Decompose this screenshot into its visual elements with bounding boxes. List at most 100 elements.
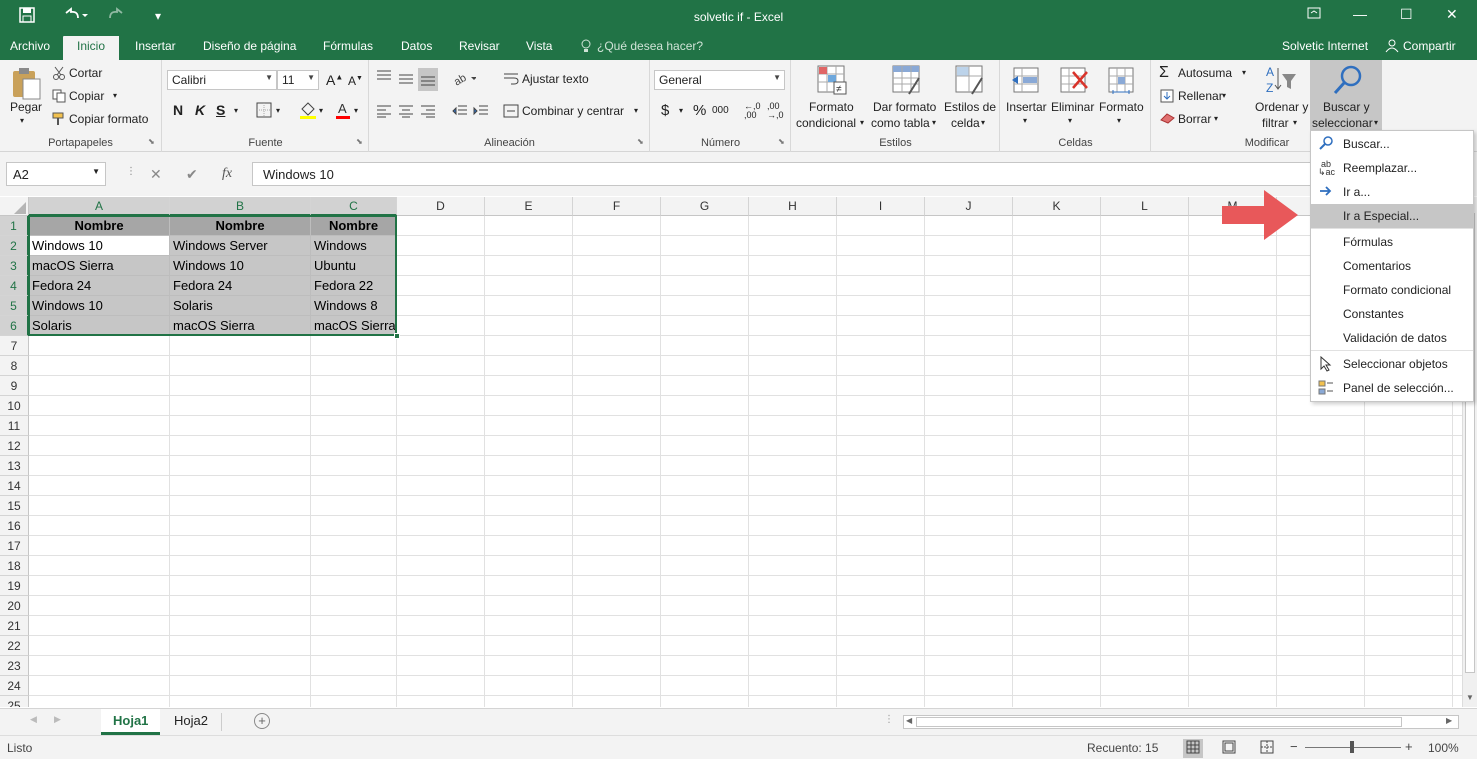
borders-icon[interactable] <box>256 102 272 121</box>
share-button[interactable]: Compartir <box>1403 39 1456 53</box>
tab-insertar[interactable]: Insertar <box>135 39 176 53</box>
delete-dropdown-icon[interactable]: ▾ <box>1068 116 1072 125</box>
align-top-icon[interactable] <box>376 70 392 87</box>
tab-splitter-icon[interactable]: ⋮ <box>884 714 894 725</box>
table-header-cell[interactable]: Nombre <box>170 216 311 236</box>
cut-button[interactable]: Cortar <box>69 66 102 80</box>
merge-center-button[interactable]: Combinar y centrar <box>522 104 624 118</box>
font-launcher-icon[interactable]: ⬊ <box>356 137 363 146</box>
column-header-E[interactable]: E <box>485 197 573 216</box>
align-bottom-icon[interactable] <box>418 68 438 91</box>
fill-color-dropdown-icon[interactable]: ▾ <box>319 106 323 115</box>
clear-button[interactable]: Borrar <box>1178 112 1211 126</box>
tell-me-input[interactable]: ¿Qué desea hacer? <box>597 39 703 53</box>
scroll-down-icon[interactable]: ▼ <box>1466 693 1474 702</box>
cell-styles-button[interactable]: Estilos de <box>944 100 996 114</box>
chevron-down-icon[interactable]: ▼ <box>92 167 100 176</box>
merge-dropdown-icon[interactable]: ▾ <box>634 106 638 115</box>
tab-vista[interactable]: Vista <box>526 39 552 53</box>
table-cell[interactable]: macOS Sierra <box>311 316 397 336</box>
sheet-tab-hoja2[interactable]: Hoja2 <box>162 709 220 735</box>
paste-icon[interactable] <box>10 65 42 104</box>
row-header-8[interactable]: 8 <box>0 356 29 376</box>
table-cell[interactable]: Fedora 22 <box>311 276 397 296</box>
menu-item-fórmulas[interactable]: Fórmulas <box>1311 230 1473 254</box>
horizontal-scrollbar[interactable]: ◀ ▶ <box>903 715 1459 729</box>
zoom-in-icon[interactable]: + <box>1405 739 1413 754</box>
percent-button[interactable]: % <box>693 102 706 119</box>
format-dropdown-icon[interactable]: ▾ <box>1117 116 1121 125</box>
wrap-text-button[interactable]: Ajustar texto <box>522 72 589 86</box>
horizontal-scroll-thumb[interactable] <box>916 717 1402 727</box>
format-painter-button[interactable]: Copiar formato <box>69 112 148 126</box>
number-format-select[interactable]: General ▼ <box>654 70 785 90</box>
table-cell[interactable]: Windows 8 <box>311 296 397 316</box>
normal-view-icon[interactable] <box>1183 739 1203 758</box>
cancel-entry-icon[interactable]: ✕ <box>150 166 162 183</box>
row-header-14[interactable]: 14 <box>0 476 29 496</box>
italic-button[interactable]: K <box>195 102 205 118</box>
column-header-L[interactable]: L <box>1101 197 1189 216</box>
number-launcher-icon[interactable]: ⬊ <box>778 137 785 146</box>
thousands-button[interactable]: 000 <box>712 105 729 116</box>
paste-button[interactable]: Pegar <box>10 100 42 114</box>
table-cell[interactable]: Fedora 24 <box>29 276 170 296</box>
name-box[interactable]: A2 ▼ <box>6 162 106 186</box>
font-name-select[interactable]: Calibri ▼ <box>167 70 277 90</box>
row-header-10[interactable]: 10 <box>0 396 29 416</box>
format-button[interactable]: Formato <box>1099 100 1144 114</box>
clear-dropdown-icon[interactable]: ▾ <box>1214 114 1218 123</box>
ribbon-display-icon[interactable] <box>1307 6 1321 22</box>
column-header-H[interactable]: H <box>749 197 837 216</box>
copy-button[interactable]: Copiar <box>69 89 104 103</box>
row-header-2[interactable]: 2 <box>0 236 29 256</box>
worksheet-grid[interactable]: ABCDEFGHIJKLMNOP123456789101112131415161… <box>0 197 1462 707</box>
format-as-table-button[interactable]: Dar formato <box>873 100 936 114</box>
tab-revisar[interactable]: Revisar <box>459 39 500 53</box>
minimize-icon[interactable]: — <box>1353 6 1367 22</box>
menu-item-comentarios[interactable]: Comentarios <box>1311 254 1473 278</box>
menu-item-buscar[interactable]: Buscar... <box>1311 132 1473 156</box>
row-header-13[interactable]: 13 <box>0 456 29 476</box>
table-cell[interactable]: Windows <box>311 236 397 256</box>
column-header-J[interactable]: J <box>925 197 1013 216</box>
table-cell[interactable]: macOS Sierra <box>29 256 170 276</box>
row-header-4[interactable]: 4 <box>0 276 29 296</box>
insert-dropdown-icon[interactable]: ▾ <box>1023 116 1027 125</box>
menu-item-panel-de-selección[interactable]: Panel de selección... <box>1311 376 1473 400</box>
borders-dropdown-icon[interactable]: ▾ <box>276 106 280 115</box>
tab-datos[interactable]: Datos <box>401 39 432 53</box>
zoom-slider-thumb[interactable] <box>1350 741 1354 753</box>
grow-font-icon[interactable]: A▲ <box>326 72 343 88</box>
table-cell[interactable]: Solaris <box>170 296 311 316</box>
decrease-indent-icon[interactable] <box>452 104 468 121</box>
align-right-icon[interactable] <box>420 104 436 121</box>
table-header-cell[interactable]: Nombre <box>311 216 397 236</box>
table-cell[interactable]: Windows Server <box>170 236 311 256</box>
cell-styles-dropdown-icon[interactable]: ▾ <box>981 118 985 127</box>
font-color-dropdown-icon[interactable]: ▾ <box>354 106 358 115</box>
fill-button[interactable]: Rellenar <box>1178 89 1223 103</box>
menu-item-formato-condicional[interactable]: Formato condicional <box>1311 278 1473 302</box>
find-select-button[interactable]: Buscar y seleccionar ▾ <box>1310 60 1382 132</box>
shrink-font-icon[interactable]: A▼ <box>348 74 363 88</box>
tab-archivo[interactable]: Archivo <box>10 39 50 53</box>
row-header-24[interactable]: 24 <box>0 676 29 696</box>
tab-formulas[interactable]: Fórmulas <box>323 39 373 53</box>
menu-item-reemplazar[interactable]: ab ↳ac Reemplazar... <box>1311 156 1473 180</box>
page-layout-view-icon[interactable] <box>1222 740 1236 757</box>
row-header-16[interactable]: 16 <box>0 516 29 536</box>
column-header-K[interactable]: K <box>1013 197 1101 216</box>
bold-button[interactable]: N <box>173 102 183 118</box>
row-header-20[interactable]: 20 <box>0 596 29 616</box>
table-cell[interactable]: Ubuntu <box>311 256 397 276</box>
column-header-D[interactable]: D <box>397 197 485 216</box>
font-color-icon[interactable]: A <box>335 100 351 123</box>
zoom-level[interactable]: 100% <box>1428 741 1459 755</box>
fill-handle[interactable] <box>394 333 400 339</box>
row-header-23[interactable]: 23 <box>0 656 29 676</box>
row-header-19[interactable]: 19 <box>0 576 29 596</box>
page-break-view-icon[interactable] <box>1260 740 1274 757</box>
copy-dropdown-icon[interactable]: ▾ <box>113 91 117 100</box>
scroll-right-icon[interactable]: ▶ <box>1446 716 1452 725</box>
